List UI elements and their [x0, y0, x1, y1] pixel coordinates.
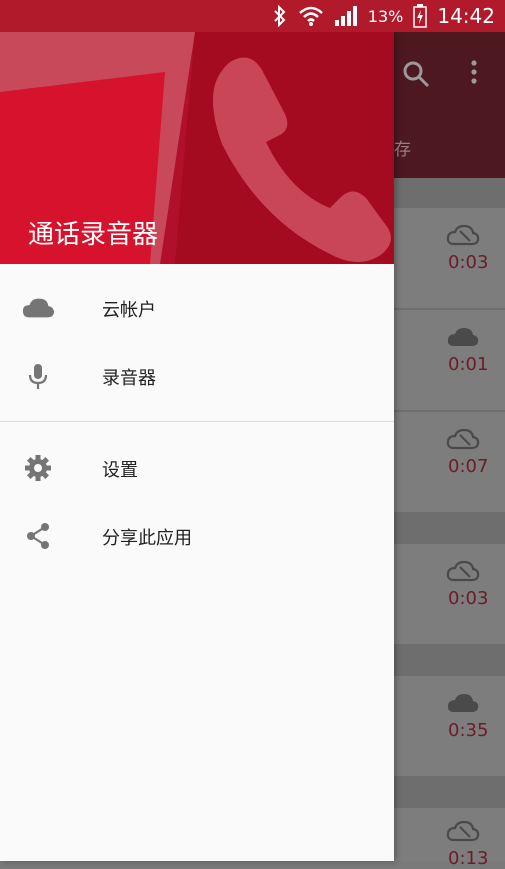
recording-duration: 0:01: [448, 354, 489, 375]
battery-percent: 13%: [367, 6, 404, 26]
recording-row[interactable]: 0:35: [394, 676, 505, 776]
menu-item-label: 云帐户: [102, 300, 156, 321]
menu-item-recorder[interactable]: 录音器: [0, 344, 394, 408]
cloud-icon: [447, 694, 479, 712]
menu-item-label: 设置: [102, 460, 138, 481]
menu-item-label: 分享此应用: [102, 528, 192, 549]
recording-row[interactable]: 0:03: [394, 544, 505, 644]
clock: 14:42: [437, 4, 495, 28]
drawer-app-title: 通话录音器: [28, 220, 159, 250]
navigation-drawer: 通话录音器 云帐户 录音器 设置 分享此应用: [0, 32, 394, 861]
cloud-icon: [22, 298, 54, 318]
share-icon: [27, 523, 49, 549]
recording-row[interactable]: 0:01: [394, 310, 505, 410]
wifi-icon: [298, 6, 323, 26]
background-tab-label: 存: [394, 140, 411, 160]
signal-icon: [334, 6, 357, 26]
recording-list: 0:03 0:01 0:07 0:03 0:35 0:13: [394, 178, 505, 869]
menu-item-settings[interactable]: 设置: [0, 436, 394, 500]
cloud-icon: [447, 328, 479, 346]
cloud-off-icon: [446, 428, 480, 450]
drawer-header: 通话录音器: [0, 32, 394, 264]
menu-item-share-app[interactable]: 分享此应用: [0, 504, 394, 568]
status-bar: 13% 14:42: [0, 0, 505, 32]
mic-icon: [28, 364, 48, 389]
more-vert-icon[interactable]: [466, 58, 482, 86]
recording-row[interactable]: 0:07: [394, 412, 505, 512]
recording-row[interactable]: 0:03: [394, 208, 505, 308]
gear-icon: [25, 455, 51, 481]
cloud-off-icon: [446, 820, 480, 842]
search-icon[interactable]: [402, 60, 430, 88]
drawer-divider: [0, 421, 394, 422]
menu-item-label: 录音器: [102, 368, 156, 389]
bluetooth-icon: [274, 5, 286, 27]
recording-duration: 0:03: [448, 588, 489, 609]
recording-row[interactable]: 0:13: [394, 808, 505, 869]
recording-duration: 0:03: [448, 252, 489, 273]
cloud-off-icon: [446, 560, 480, 582]
menu-item-cloud-account[interactable]: 云帐户: [0, 276, 394, 340]
cloud-off-icon: [446, 224, 480, 246]
recording-duration: 0:07: [448, 456, 489, 477]
battery-charging-icon: [413, 4, 428, 28]
recording-duration: 0:35: [448, 720, 489, 741]
recording-duration: 0:13: [448, 848, 489, 869]
